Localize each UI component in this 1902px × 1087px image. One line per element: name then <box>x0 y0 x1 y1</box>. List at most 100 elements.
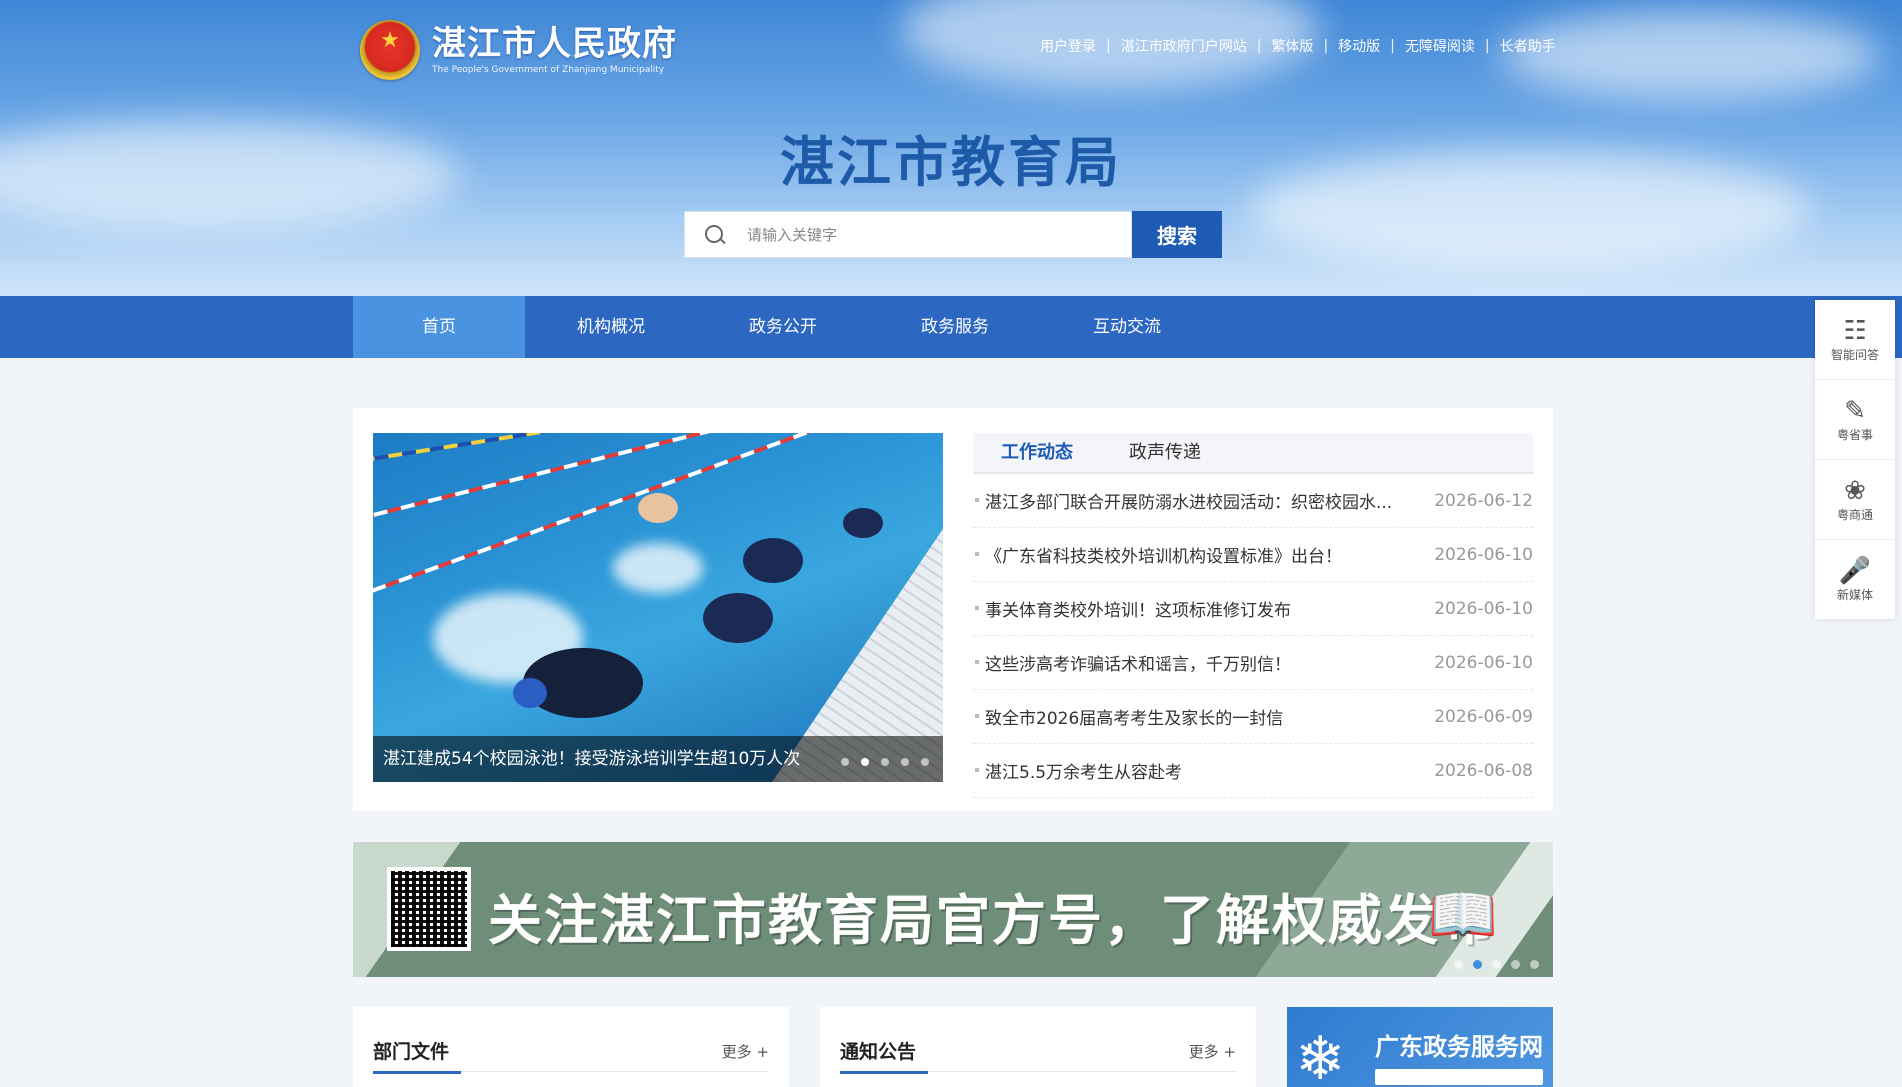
microphone-icon: 🎤 <box>1838 556 1872 586</box>
water-splash <box>613 543 703 593</box>
gd-service-banner[interactable]: ❄ 广东政务服务网 <box>1287 1007 1553 1087</box>
divider: | <box>1106 38 1111 54</box>
side-item-label: 粤省事 <box>1836 428 1873 442</box>
slider-dot[interactable] <box>901 758 909 766</box>
slider-dot[interactable] <box>861 758 869 766</box>
top-link-accessibility[interactable]: 无障碍阅读 <box>1405 36 1475 56</box>
news-title[interactable]: 事关体育类校外培训！这项标准修订发布 <box>985 596 1291 621</box>
slider-dot[interactable] <box>841 758 849 766</box>
swimmer <box>843 508 883 538</box>
yueshangtong-icon: ❀ <box>1844 476 1866 506</box>
side-item-yueshangtong[interactable]: ❀ 粤商通 <box>1815 460 1895 540</box>
main-nav: 首页 机构概况 政务公开 政务服务 互动交流 <box>0 296 1902 358</box>
divider: | <box>1256 38 1262 54</box>
box-title: 通知公告 <box>840 1037 929 1074</box>
top-link-mobile[interactable]: 移动版 <box>1338 36 1380 56</box>
slide-image <box>373 433 943 782</box>
swimmer-cap <box>513 678 547 708</box>
side-item-label: 粤商通 <box>1836 508 1873 522</box>
gd-service-title: 广东政务服务网 <box>1375 1033 1543 1061</box>
banner-dot[interactable] <box>1473 960 1482 969</box>
gd-service-logo-icon: ❄ <box>1295 1024 1346 1087</box>
news-date: 2026-06-10 <box>1434 652 1533 673</box>
lane-rope <box>373 433 943 467</box>
site-title: 湛江市教育局 <box>780 131 1122 194</box>
banner-dot[interactable] <box>1492 960 1501 969</box>
promo-banner[interactable]: 关注湛江市教育局官方号，了解权威发布 📖 <box>353 842 1553 977</box>
gov-name-en: The People's Government of Zhanjiang Mun… <box>432 65 665 75</box>
image-slider[interactable]: 湛江建成54个校园泳池！接受游泳培训学生超10万人次 <box>373 433 943 782</box>
sky-cloud <box>1500 10 1880 100</box>
search-button[interactable]: 搜索 <box>1132 211 1222 258</box>
divider: | <box>1323 38 1329 54</box>
news-item[interactable]: 这些涉高考诈骗话术和谣言，千万别信！ 2026-06-10 <box>973 636 1533 690</box>
side-item-yueshengshi[interactable]: ✎ 粤省事 <box>1815 380 1895 460</box>
nav-item-home[interactable]: 首页 <box>353 296 525 358</box>
more-link[interactable]: 更多 + <box>1189 1041 1236 1062</box>
banner-dots <box>1444 960 1539 969</box>
top-link-portal[interactable]: 湛江市政府门户网站 <box>1121 36 1247 56</box>
news-item[interactable]: 湛江5.5万余考生从容赴考 2026-06-08 <box>973 744 1533 798</box>
search-bar: 搜索 <box>684 211 1222 258</box>
gov-name: 湛江市人民政府 <box>432 24 677 64</box>
news-date: 2026-06-10 <box>1434 598 1533 619</box>
notices-box: 通知公告 更多 + <box>820 1007 1256 1087</box>
news-title[interactable]: 湛江多部门联合开展防溺水进校园活动：织密校园水... <box>985 488 1392 513</box>
swimmer <box>743 538 803 583</box>
top-link-login[interactable]: 用户登录 <box>1040 36 1096 56</box>
header: 湛江市人民政府 The People's Government of Zhanj… <box>0 0 1902 296</box>
swimmer <box>703 593 773 643</box>
side-item-label: 新媒体 <box>1836 588 1873 602</box>
side-item-smart-qa[interactable]: ☷ 智能问答 <box>1815 300 1895 380</box>
news-title[interactable]: 湛江5.5万余考生从容赴考 <box>985 758 1182 783</box>
news-panel: 湛江建成54个校园泳池！接受游泳培训学生超10万人次 工作动态 政声传递 湛江多… <box>353 408 1553 811</box>
side-item-label: 智能问答 <box>1830 348 1879 362</box>
search-box <box>684 211 1132 258</box>
nav-item-overview[interactable]: 机构概况 <box>525 296 697 358</box>
top-links: 用户登录 | 湛江市政府门户网站 | 繁体版 | 移动版 | 无障碍阅读 | 长… <box>1040 36 1556 56</box>
tab-work-news[interactable]: 工作动态 <box>973 433 1101 472</box>
banner-dot[interactable] <box>1454 960 1463 969</box>
top-link-traditional[interactable]: 繁体版 <box>1271 36 1313 56</box>
news-list: 湛江多部门联合开展防溺水进校园活动：织密校园水... 2026-06-12 《广… <box>973 474 1533 798</box>
news-date: 2026-06-12 <box>1434 490 1533 511</box>
national-emblem-icon <box>360 20 420 80</box>
news-item[interactable]: 事关体育类校外培训！这项标准修订发布 2026-06-10 <box>973 582 1533 636</box>
news-list-section: 工作动态 政声传递 湛江多部门联合开展防溺水进校园活动：织密校园水... 202… <box>973 433 1533 798</box>
yueshengshi-icon: ✎ <box>1844 396 1866 426</box>
gd-service-subbar <box>1375 1069 1543 1085</box>
slider-dots <box>829 758 929 766</box>
divider: | <box>1390 38 1395 54</box>
banner-text: 关注湛江市教育局官方号，了解权威发布 <box>488 889 1496 952</box>
nav-item-interaction[interactable]: 互动交流 <box>1041 296 1213 358</box>
news-title[interactable]: 致全市2026届高考考生及家长的一封信 <box>985 704 1283 729</box>
news-item[interactable]: 致全市2026届高考考生及家长的一封信 2026-06-09 <box>973 690 1533 744</box>
gov-logo[interactable]: 湛江市人民政府 The People's Government of Zhanj… <box>360 20 677 80</box>
dept-docs-box: 部门文件 更多 + <box>353 1007 789 1087</box>
news-title[interactable]: 《广东省科技类校外培训机构设置标准》出台！ <box>985 542 1342 567</box>
nav-item-public-affairs[interactable]: 政务公开 <box>697 296 869 358</box>
news-title[interactable]: 这些涉高考诈骗话术和谣言，千万别信！ <box>985 650 1291 675</box>
banner-dot[interactable] <box>1530 960 1539 969</box>
tab-policy-voice[interactable]: 政声传递 <box>1101 433 1229 472</box>
news-date: 2026-06-10 <box>1434 544 1533 565</box>
banner-dot[interactable] <box>1511 960 1520 969</box>
slider-dot[interactable] <box>881 758 889 766</box>
side-toolbar: ☷ 智能问答 ✎ 粤省事 ❀ 粤商通 🎤 新媒体 <box>1815 300 1895 619</box>
top-link-elderly[interactable]: 长者助手 <box>1500 36 1556 56</box>
side-item-new-media[interactable]: 🎤 新媒体 <box>1815 540 1895 619</box>
more-link[interactable]: 更多 + <box>722 1041 769 1062</box>
news-tabs: 工作动态 政声传递 <box>973 433 1533 474</box>
news-item[interactable]: 湛江多部门联合开展防溺水进校园活动：织密校园水... 2026-06-12 <box>973 474 1533 528</box>
news-date: 2026-06-09 <box>1434 706 1533 727</box>
search-input[interactable] <box>745 224 1109 245</box>
search-icon <box>705 224 725 245</box>
nav-item-services[interactable]: 政务服务 <box>869 296 1041 358</box>
swimmer <box>638 493 678 523</box>
robot-icon: ☷ <box>1843 316 1867 346</box>
news-date: 2026-06-08 <box>1434 760 1533 781</box>
slider-dot[interactable] <box>921 758 929 766</box>
news-item[interactable]: 《广东省科技类校外培训机构设置标准》出台！ 2026-06-10 <box>973 528 1533 582</box>
divider: | <box>1484 38 1490 54</box>
qr-code <box>387 867 471 951</box>
